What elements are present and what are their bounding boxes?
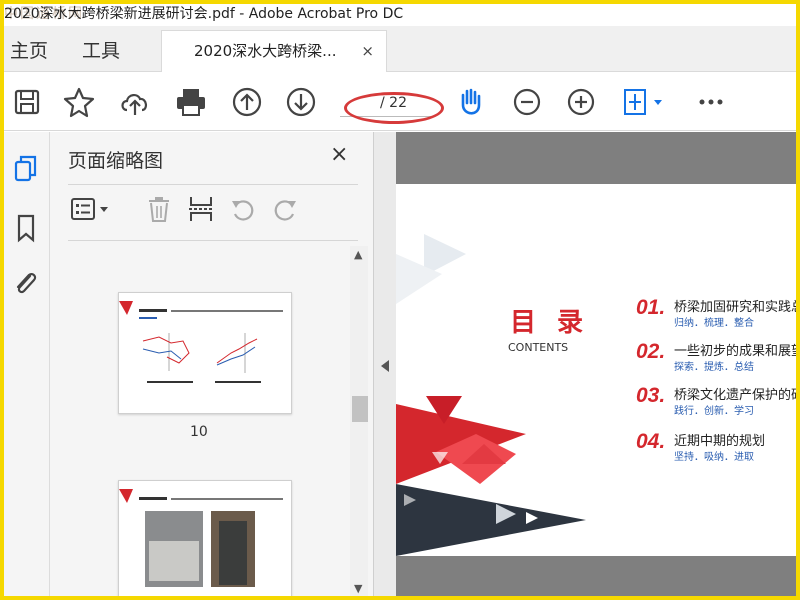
rotate-ccw-icon[interactable]	[228, 194, 258, 224]
divider	[68, 184, 358, 185]
insert-page-icon[interactable]	[186, 194, 216, 224]
page-up-icon[interactable]	[230, 85, 264, 119]
item-subtitle: 坚持．吸纳．进取	[674, 452, 754, 463]
star-icon[interactable]	[62, 85, 96, 119]
item-title: 桥梁加固研究和实践总结	[674, 300, 796, 315]
panel-title: 页面缩略图	[68, 150, 164, 172]
cloud-upload-icon[interactable]	[118, 85, 152, 119]
scroll-down-icon[interactable]: ▼	[354, 582, 362, 595]
zoom-out-icon[interactable]	[510, 85, 544, 119]
panel-close-icon[interactable]: ×	[330, 142, 348, 167]
bookmark-icon[interactable]	[10, 212, 42, 244]
window-title: 2020深水大跨桥梁新进展研讨会.pdf - Adobe Acrobat Pro…	[4, 6, 404, 22]
hand-icon[interactable]	[454, 85, 488, 119]
thumbnail-scrollbar[interactable]: ▲ ▼	[350, 246, 368, 596]
item-title: 一些初步的成果和展望	[674, 344, 796, 359]
rotate-cw-icon[interactable]	[270, 194, 300, 224]
item-subtitle: 践行．创新．学习	[674, 406, 754, 417]
scroll-thumb[interactable]	[352, 396, 368, 422]
collapse-arrow-icon	[381, 360, 389, 372]
item-number: 03.	[636, 384, 666, 407]
item-subtitle: 归纳．梳理．整合	[674, 318, 754, 329]
more-icon[interactable]	[694, 85, 728, 119]
tab-close-icon[interactable]: ×	[361, 31, 374, 71]
thumbnail-preview	[119, 301, 283, 383]
pdf-page: 目 录 CONTENTS 01. 桥梁加固研究和实践总结 归纳．梳理．整合 02…	[396, 184, 796, 556]
menu-tools[interactable]: 工具	[82, 36, 120, 63]
pages-icon[interactable]	[10, 152, 42, 184]
zoom-in-icon[interactable]	[564, 85, 598, 119]
item-subtitle: 探索．提炼．总结	[674, 362, 754, 373]
item-number: 02.	[636, 340, 666, 363]
options-icon[interactable]	[68, 194, 114, 224]
thumbnail-preview	[119, 489, 283, 587]
item-title: 桥梁文化遗产保护的研	[674, 388, 796, 403]
document-viewport: 目 录 CONTENTS 01. 桥梁加固研究和实践总结 归纳．梳理．整合 02…	[396, 132, 796, 596]
left-nav	[4, 132, 50, 596]
save-icon[interactable]	[10, 85, 44, 119]
item-number: 01.	[636, 296, 666, 319]
slide-title: 目 录	[510, 308, 590, 338]
page-thumbnail[interactable]	[118, 480, 292, 596]
title-bar: 中国道桥网 2020深水大跨桥梁新进展研讨会.pdf - Adobe Acrob…	[4, 4, 796, 26]
attachment-icon[interactable]	[10, 268, 42, 300]
divider	[68, 240, 358, 241]
panel-collapse-handle[interactable]	[374, 132, 396, 596]
scroll-up-icon[interactable]: ▲	[354, 248, 362, 261]
menu-home[interactable]: 主页	[10, 36, 48, 63]
toolbar: / 22	[4, 73, 796, 131]
document-tab-label: 2020深水大跨桥梁...	[194, 42, 337, 60]
slide-subtitle: CONTENTS	[508, 341, 569, 354]
print-icon[interactable]	[174, 85, 208, 119]
item-number: 04.	[636, 430, 666, 453]
page-thumbnail[interactable]	[118, 292, 292, 414]
thumbnail-page-label: 10	[190, 424, 208, 440]
tab-row: 主页 工具 2020深水大跨桥梁... ×	[4, 26, 796, 72]
fit-page-icon[interactable]	[620, 85, 670, 119]
document-tab[interactable]: 2020深水大跨桥梁... ×	[161, 30, 387, 72]
item-title: 近期中期的规划	[674, 434, 766, 449]
page-down-icon[interactable]	[284, 85, 318, 119]
acrobat-window: 中国道桥网 2020深水大跨桥梁新进展研讨会.pdf - Adobe Acrob…	[4, 4, 796, 596]
highlight-ellipse	[344, 92, 444, 124]
thumbnail-panel: 页面缩略图 × 10 ▲ ▼	[50, 132, 374, 596]
delete-icon[interactable]	[144, 194, 174, 224]
